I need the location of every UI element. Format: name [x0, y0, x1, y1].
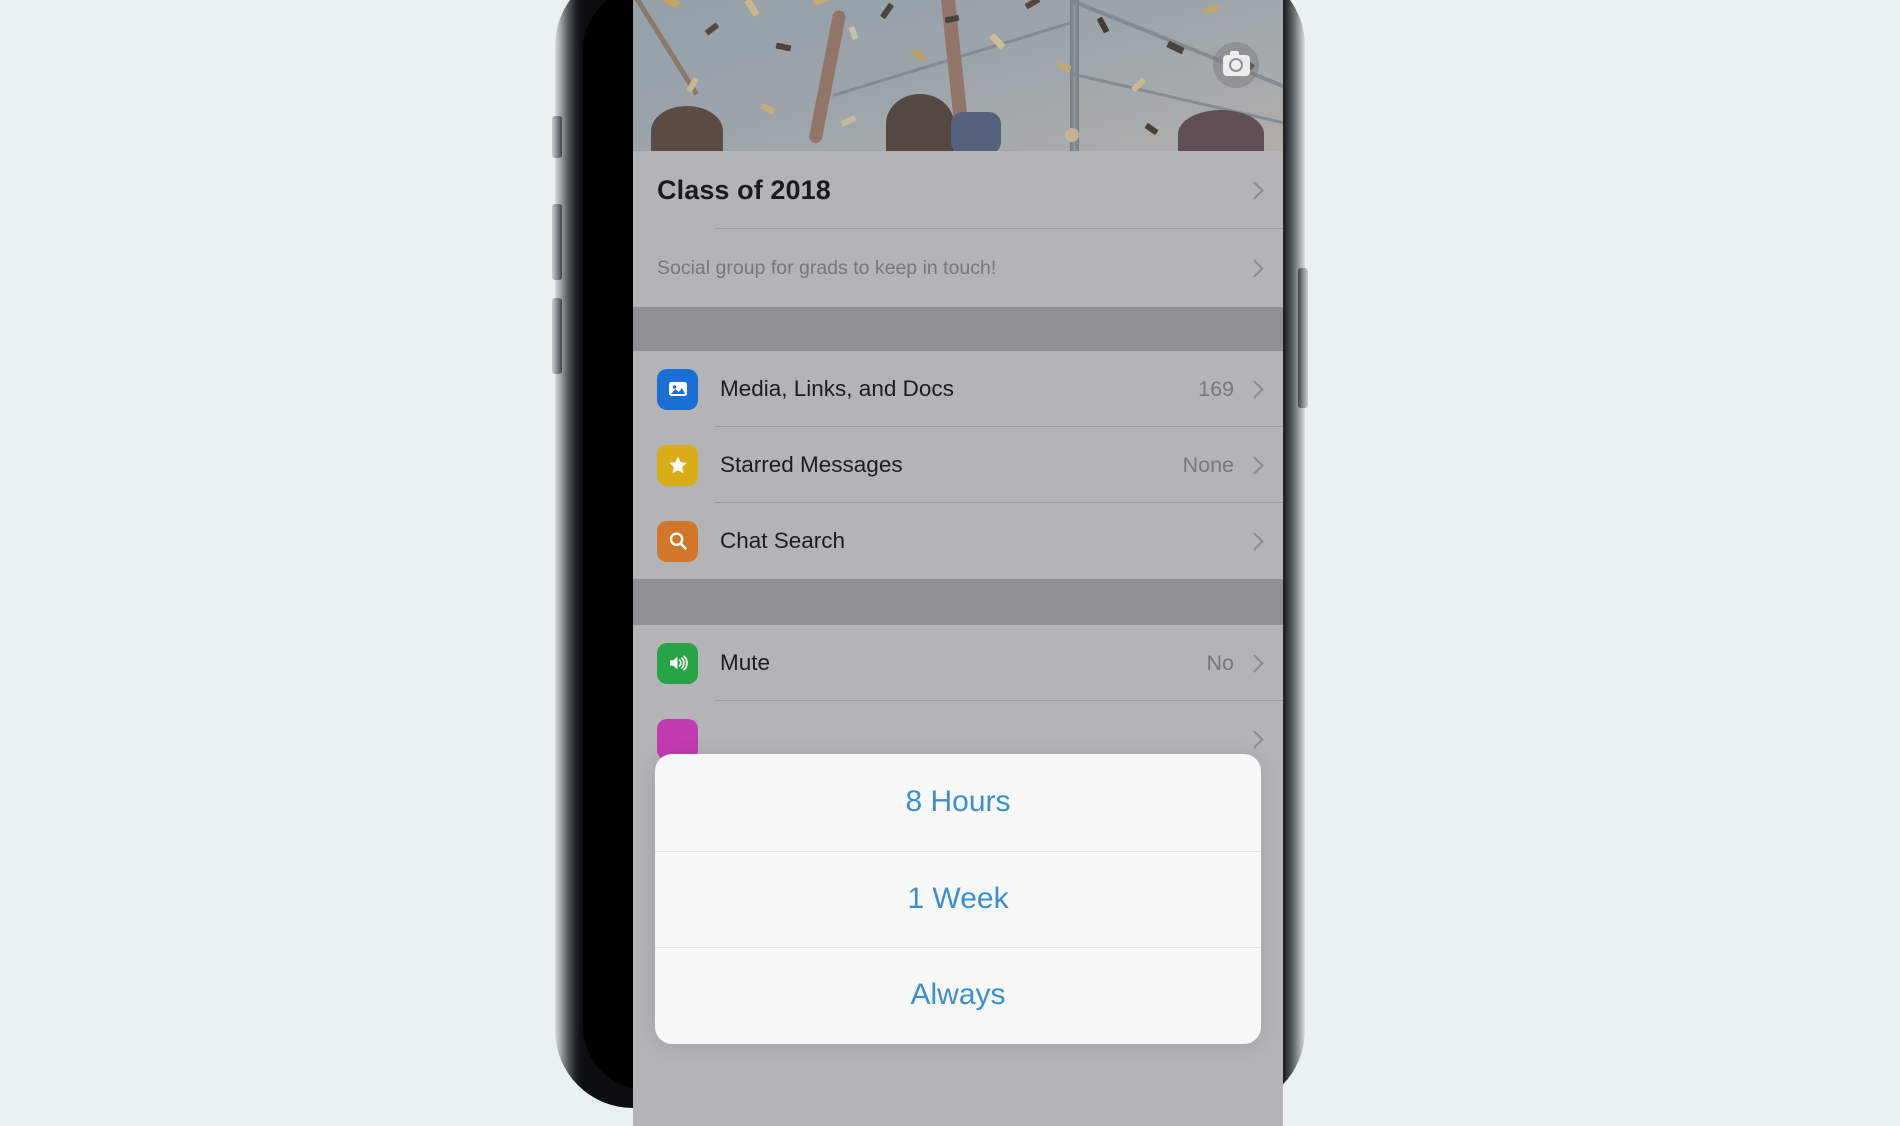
row-chat-search[interactable]: Chat Search — [633, 503, 1283, 579]
group-name-row[interactable]: Class of 2018 — [633, 151, 1283, 229]
search-icon — [657, 520, 698, 562]
chevron-right-icon — [1245, 180, 1264, 200]
camera-icon — [1222, 51, 1250, 76]
phone-screen: Class of 2018 Social group for grads to … — [633, 0, 1283, 1126]
row-starred-messages[interactable]: Starred Messages None — [633, 427, 1283, 503]
row-media-links-docs[interactable]: Media, Links, and Docs 169 — [633, 351, 1283, 427]
chevron-right-icon — [1245, 729, 1264, 749]
chevron-right-icon — [1245, 258, 1264, 278]
speaker-icon — [657, 642, 698, 684]
phone-mockup: Class of 2018 Social group for grads to … — [552, 0, 1308, 1126]
sheet-option-label: 1 Week — [907, 881, 1009, 915]
chevron-right-icon — [1245, 653, 1264, 673]
sheet-option-always[interactable]: Always — [655, 947, 1261, 1044]
row-mute[interactable]: Mute No — [633, 625, 1283, 701]
row-label: Media, Links, and Docs — [720, 376, 954, 401]
sheet-option-1-week[interactable]: 1 Week — [655, 850, 1261, 948]
chevron-right-icon — [1245, 531, 1264, 551]
row-label: Mute — [720, 650, 771, 675]
group-description-row[interactable]: Social group for grads to keep in touch! — [633, 229, 1283, 307]
volume-up-button[interactable] — [552, 204, 562, 280]
chevron-right-icon — [1245, 379, 1264, 399]
change-cover-photo-button[interactable] — [1213, 42, 1259, 88]
sheet-option-8-hours[interactable]: 8 Hours — [655, 754, 1261, 851]
group-cover-photo[interactable] — [633, 0, 1283, 151]
power-button[interactable] — [1298, 268, 1308, 408]
star-icon — [657, 444, 698, 486]
photo-icon — [657, 368, 698, 410]
sheet-option-label: 8 Hours — [905, 785, 1011, 819]
volume-down-button[interactable] — [552, 298, 562, 374]
row-value: None — [1182, 452, 1234, 477]
row-value: 169 — [1198, 376, 1234, 401]
phone-bezel: Class of 2018 Social group for grads to … — [583, 0, 1283, 1126]
row-label: Chat Search — [720, 528, 846, 553]
group-description-label: Social group for grads to keep in touch! — [657, 256, 997, 279]
stage: Class of 2018 Social group for grads to … — [0, 0, 1900, 1126]
sheet-option-label: Always — [910, 978, 1006, 1012]
mute-switch[interactable] — [552, 116, 562, 158]
chevron-right-icon — [1245, 455, 1264, 475]
group-name-label: Class of 2018 — [657, 174, 831, 205]
row-label: Starred Messages — [720, 452, 903, 477]
photo-dim-overlay — [633, 0, 1283, 151]
mute-duration-sheet: 8 Hours 1 Week Always — [655, 754, 1261, 1044]
section-gap — [633, 579, 1283, 625]
section-gap — [633, 307, 1283, 351]
row-value: No — [1206, 650, 1234, 675]
